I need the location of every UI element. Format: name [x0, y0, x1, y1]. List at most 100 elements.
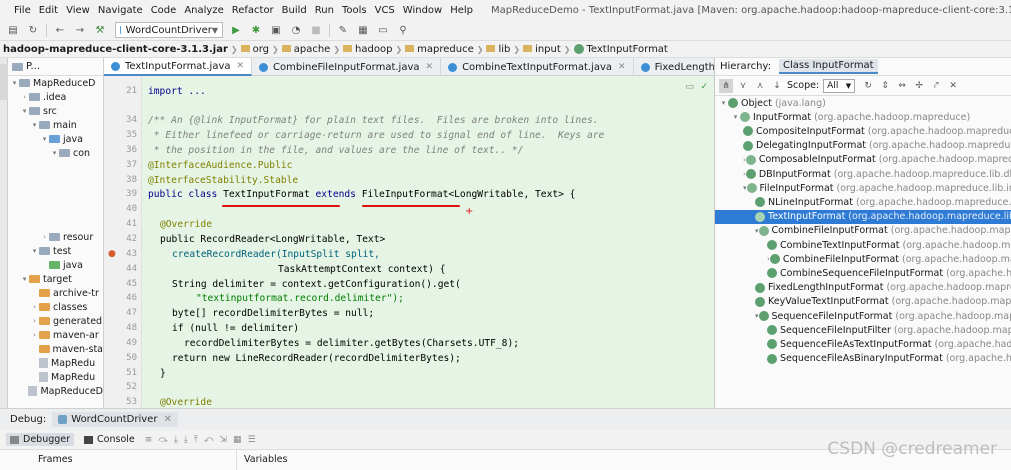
close-icon[interactable]: ✕: [426, 62, 434, 72]
menu-file[interactable]: File: [10, 5, 35, 16]
export-icon[interactable]: ⤤: [929, 79, 943, 93]
project-tree-item[interactable]: [8, 174, 103, 188]
breadcrumb-org[interactable]: org: [238, 44, 272, 55]
project-tree-item[interactable]: java: [8, 258, 103, 272]
implements-method-icon[interactable]: ●: [108, 249, 116, 259]
hierarchy-item[interactable]: SequenceFileAsTextInputFormat (org.apache…: [715, 337, 1011, 351]
terminal-icon[interactable]: ▭: [376, 23, 390, 37]
evaluate-icon[interactable]: ▦: [233, 435, 242, 445]
breadcrumb-class[interactable]: TextInputFormat: [571, 43, 671, 55]
scope-select[interactable]: All ▼: [823, 78, 856, 93]
chevron-down-icon[interactable]: ▾: [719, 99, 728, 107]
expand-all-icon[interactable]: ⇕: [878, 79, 892, 93]
project-tree-item[interactable]: › maven-ar: [8, 328, 103, 342]
chevron-right-icon[interactable]: ›: [30, 331, 39, 339]
hierarchy-item[interactable]: ▾ CombineFileInputFormat (org.apache.hadoo…: [715, 224, 1011, 238]
menu-vcs[interactable]: VCS: [371, 5, 399, 16]
project-tree-item[interactable]: MapReduceD: [8, 384, 103, 398]
chevron-right-icon[interactable]: ›: [40, 233, 49, 241]
menu-build[interactable]: Build: [278, 5, 311, 16]
chevron-down-icon[interactable]: ▾: [755, 227, 759, 235]
menu-tools[interactable]: Tools: [338, 5, 371, 16]
project-tree-item[interactable]: maven-sta: [8, 342, 103, 356]
breadcrumb-hadoop[interactable]: hadoop: [340, 44, 395, 55]
hierarchy-item[interactable]: CombineSequenceFileInputFormat (org.apach…: [715, 266, 1011, 280]
collapse-all-icon[interactable]: ⇔: [895, 79, 909, 93]
class-hierarchy-icon[interactable]: ⋔: [719, 78, 733, 93]
pin-icon[interactable]: ✢: [912, 79, 926, 93]
run-to-cursor-icon[interactable]: ⇲: [220, 435, 228, 445]
run-configuration-select[interactable]: WordCountDriver ▼: [115, 22, 223, 38]
breadcrumb-lib[interactable]: lib: [483, 44, 513, 55]
project-tree-item[interactable]: [8, 202, 103, 216]
project-tree-item[interactable]: [8, 160, 103, 174]
project-tree-item[interactable]: ▾ con: [8, 146, 103, 160]
hierarchy-item[interactable]: ▾ SequenceFileInputFormat (org.apache.hado…: [715, 309, 1011, 323]
tab-console[interactable]: Console: [80, 433, 139, 446]
settings-wrench-icon[interactable]: ✎: [336, 23, 350, 37]
menu-run[interactable]: Run: [311, 5, 338, 16]
breadcrumb-jar[interactable]: hadoop-mapreduce-client-core-3.1.3.jar: [0, 44, 231, 55]
hierarchy-item[interactable]: DelegatingInputFormat (org.apache.hadoop.…: [715, 139, 1011, 153]
chevron-down-icon[interactable]: ▾: [20, 107, 29, 115]
close-icon[interactable]: ✕: [618, 62, 626, 72]
project-tree-item[interactable]: › .idea: [8, 90, 103, 104]
profile-icon[interactable]: ◔: [289, 23, 303, 37]
project-tree-item[interactable]: ▾ main: [8, 118, 103, 132]
menu-view[interactable]: View: [62, 5, 94, 16]
project-tree-item[interactable]: › classes: [8, 300, 103, 314]
tab-textinputformat[interactable]: TextInputFormat.java ✕: [104, 58, 253, 76]
save-all-icon[interactable]: ▤: [6, 23, 20, 37]
project-tree-item[interactable]: ▾ MapReduceD: [8, 76, 103, 90]
stop-icon[interactable]: ■: [309, 23, 323, 37]
sync-icon[interactable]: ↻: [26, 23, 40, 37]
breadcrumb-apache[interactable]: apache: [279, 44, 334, 55]
project-tool-tab[interactable]: [0, 64, 8, 100]
hierarchy-item[interactable]: NLineInputFormat (org.apache.hadoop.mapre…: [715, 195, 1011, 209]
code-area[interactable]: import ... /** An {@link InputFormat} fo…: [142, 76, 714, 408]
hierarchy-item[interactable]: TextInputFormat (org.apache.hadoop.mapred…: [715, 209, 1011, 224]
menu-analyze[interactable]: Analyze: [180, 5, 227, 16]
project-structure-icon[interactable]: ▦: [356, 23, 370, 37]
tab-debugger[interactable]: Debugger: [6, 433, 75, 446]
inspection-ok-icon[interactable]: ✓: [700, 82, 708, 92]
project-tree-item[interactable]: MapRedu: [8, 370, 103, 384]
menu-edit[interactable]: Edit: [35, 5, 62, 16]
project-tree-item[interactable]: ▾ target: [8, 272, 103, 286]
menu-navigate[interactable]: Navigate: [94, 5, 147, 16]
chevron-right-icon[interactable]: ›: [30, 303, 39, 311]
search-icon[interactable]: ⚲: [396, 23, 410, 37]
hierarchy-item[interactable]: SequenceFileInputFilter (org.apache.hadoo…: [715, 323, 1011, 337]
back-icon[interactable]: ←: [53, 23, 67, 37]
hierarchy-item[interactable]: CompositeInputFormat (org.apache.hadoop.m…: [715, 124, 1011, 138]
refresh-icon[interactable]: ↻: [861, 79, 875, 93]
drop-frame-icon[interactable]: ⤺: [204, 435, 214, 445]
project-tree-item[interactable]: ▾ java: [8, 132, 103, 146]
hierarchy-item[interactable]: FixedLengthInputFormat (org.apache.hadoop…: [715, 281, 1011, 295]
coverage-icon[interactable]: ▣: [269, 23, 283, 37]
close-icon[interactable]: ✕: [163, 414, 171, 425]
hierarchy-item[interactable]: ▾ Object (java.lang): [715, 96, 1011, 110]
project-tree-item[interactable]: ▾ test: [8, 244, 103, 258]
debug-icon[interactable]: ✱: [249, 23, 263, 37]
chevron-down-icon[interactable]: ▾: [731, 113, 740, 121]
tab-combinetextinputformat[interactable]: CombineTextInputFormat.java ✕: [441, 58, 634, 76]
step-over-icon[interactable]: ⤼: [158, 435, 168, 445]
project-tree-item[interactable]: [8, 216, 103, 230]
project-tree-item[interactable]: › resour: [8, 230, 103, 244]
hierarchy-item[interactable]: ▾ InputFormat (org.apache.hadoop.mapreduce…: [715, 110, 1011, 124]
hierarchy-item[interactable]: › DBInputFormat (org.apache.hadoop.mapredu…: [715, 167, 1011, 181]
breadcrumb-input[interactable]: input: [520, 44, 564, 55]
menu-help[interactable]: Help: [446, 5, 477, 16]
chevron-right-icon[interactable]: ›: [20, 93, 29, 101]
project-tree-item[interactable]: MapRedu: [8, 356, 103, 370]
hierarchy-item[interactable]: SequenceFileAsBinaryInputFormat (org.apac…: [715, 352, 1011, 366]
chevron-right-icon[interactable]: ›: [30, 317, 39, 325]
tab-combinefileinputformat[interactable]: CombineFileInputFormat.java ✕: [252, 58, 442, 76]
chevron-down-icon[interactable]: ▾: [30, 121, 39, 129]
hierarchy-item[interactable]: › CombineFileInputFormat (org.apache.hadoo…: [715, 252, 1011, 266]
hierarchy-item[interactable]: KeyValueTextInputFormat (org.apache.hadoo…: [715, 295, 1011, 309]
chevron-down-icon[interactable]: ▾: [30, 247, 39, 255]
menu-code[interactable]: Code: [147, 5, 181, 16]
project-tree-item[interactable]: [8, 188, 103, 202]
